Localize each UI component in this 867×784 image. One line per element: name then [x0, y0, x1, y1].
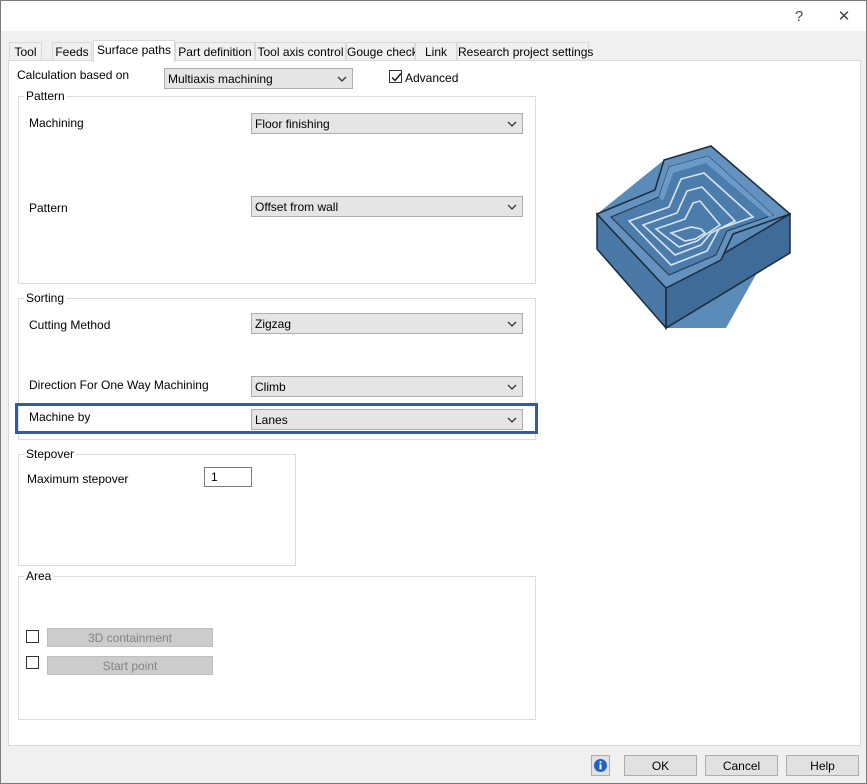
direction-dropdown[interactable]: Climb	[251, 376, 523, 397]
machining-dropdown[interactable]: Floor finishing	[251, 113, 523, 134]
advanced-checkbox[interactable]	[389, 70, 402, 83]
machining-value: Floor finishing	[255, 117, 330, 131]
chevron-down-icon	[507, 384, 517, 390]
tab-part-definition[interactable]: Part definition	[175, 42, 255, 61]
pattern-group-title: Pattern	[24, 89, 67, 103]
direction-value: Climb	[255, 380, 286, 394]
calculation-dropdown[interactable]: Multiaxis machining	[164, 68, 353, 89]
maximum-stepover-input[interactable]: 1	[204, 467, 252, 487]
tab-tool[interactable]: Tool	[9, 42, 42, 61]
stepover-group: Stepover	[18, 447, 296, 566]
machine-by-highlight	[15, 403, 538, 434]
close-button[interactable]: ✕	[822, 1, 866, 31]
checkmark-icon	[391, 73, 402, 82]
close-icon: ✕	[837, 8, 851, 25]
area-group: Area	[18, 569, 536, 720]
chevron-down-icon	[507, 121, 517, 127]
pattern-value: Offset from wall	[255, 200, 339, 214]
question-icon: ?	[794, 7, 804, 25]
containment-checkbox[interactable]	[26, 630, 39, 643]
pattern-label: Pattern	[29, 201, 68, 215]
help-title-button[interactable]: ?	[777, 1, 821, 31]
stepover-group-title: Stepover	[24, 447, 77, 461]
machining-label: Machining	[29, 116, 84, 130]
help-button[interactable]: Help	[786, 755, 859, 776]
cancel-button[interactable]: Cancel	[705, 755, 778, 776]
cutting-method-value: Zigzag	[255, 317, 292, 331]
containment-button[interactable]: 3D containment	[47, 628, 213, 647]
tab-link[interactable]: Link	[415, 42, 457, 61]
tab-feeds[interactable]: Feeds	[52, 42, 92, 61]
chevron-down-icon	[507, 321, 517, 327]
info-button[interactable]	[591, 755, 610, 776]
sorting-group-title: Sorting	[24, 291, 67, 305]
title-bar: ? ✕	[1, 1, 866, 31]
start-point-button[interactable]: Start point	[47, 656, 213, 675]
cutting-method-dropdown[interactable]: Zigzag	[251, 313, 523, 334]
advanced-label: Advanced	[405, 71, 459, 85]
dialog-window: ? ✕ Tool Feeds Surface paths Part defini…	[0, 0, 867, 784]
ok-button[interactable]: OK	[624, 755, 697, 776]
tab-research-project-settings[interactable]: Research project settings	[457, 42, 593, 61]
info-icon	[594, 759, 607, 772]
maximum-stepover-label: Maximum stepover	[27, 472, 129, 486]
pattern-dropdown[interactable]: Offset from wall	[251, 196, 523, 217]
tab-tool-axis-control[interactable]: Tool axis control	[255, 42, 346, 61]
tab-gouge-check[interactable]: Gouge check	[346, 42, 418, 61]
calculation-value: Multiaxis machining	[168, 72, 273, 86]
area-group-title: Area	[24, 569, 54, 583]
start-point-checkbox[interactable]	[26, 656, 39, 669]
pocket-part-preview	[595, 145, 792, 330]
tab-surface-paths[interactable]: Surface paths	[93, 40, 175, 62]
chevron-down-icon	[337, 76, 347, 82]
chevron-down-icon	[507, 204, 517, 210]
cutting-method-label: Cutting Method	[29, 318, 111, 332]
direction-label: Direction For One Way Machining	[29, 378, 209, 392]
calculation-label: Calculation based on	[17, 68, 130, 82]
